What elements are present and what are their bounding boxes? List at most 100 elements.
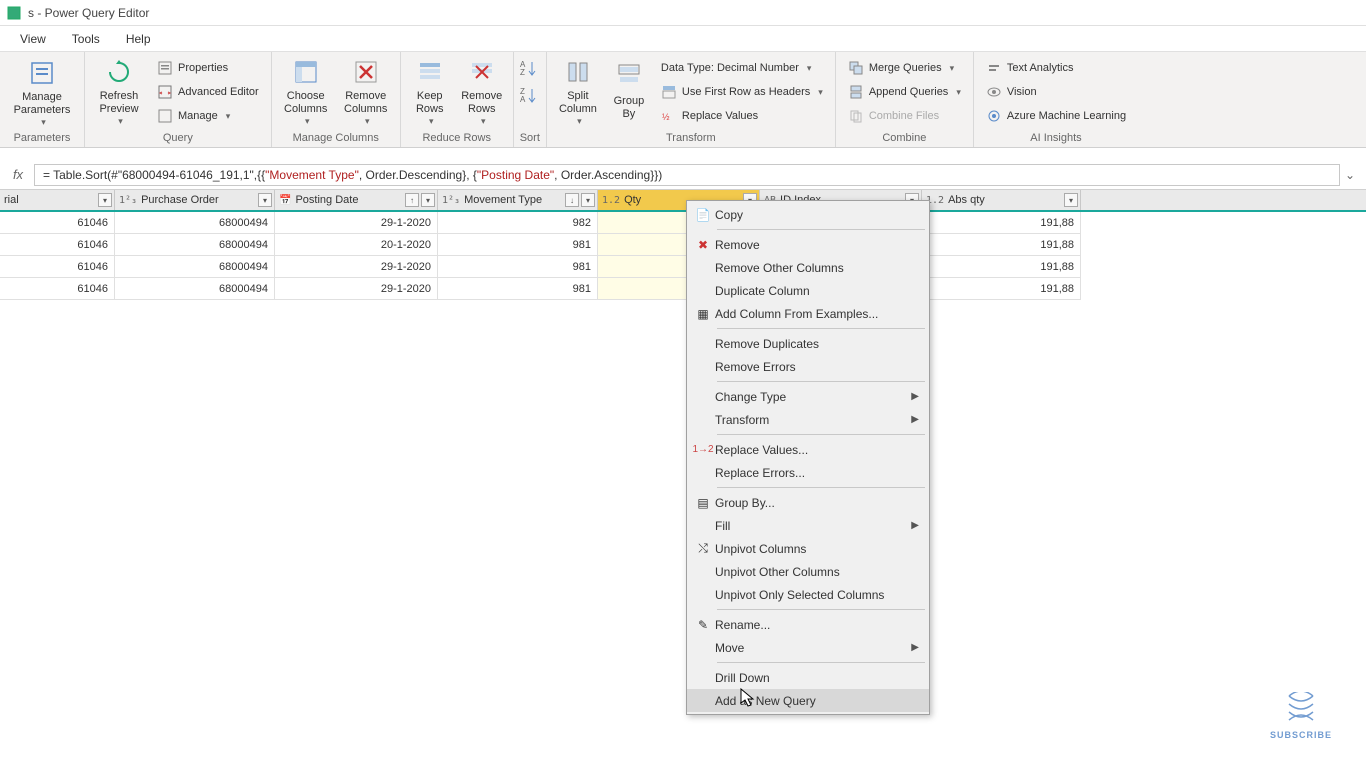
table-row[interactable]: 610466800049429-1-2020982191,88 (0, 212, 1366, 234)
group-label-query: Query (91, 130, 265, 147)
filter-button-date-2[interactable]: ▾ (421, 193, 435, 207)
col-header-purchase-order[interactable]: 1²₃ Purchase Order ▾ (115, 190, 275, 210)
choose-columns-button[interactable]: Choose Columns (278, 55, 334, 127)
group-by-button[interactable]: Group By (607, 55, 651, 127)
cell-date: 20-1-2020 (275, 234, 438, 256)
vision-button[interactable]: Vision (980, 81, 1132, 103)
refresh-label: Refresh Preview (99, 90, 138, 116)
menu-bar: View Tools Help (0, 26, 1366, 52)
cell-material: 61046 (0, 256, 115, 278)
filter-button-date[interactable]: ↑ (405, 193, 419, 207)
ctx-rename[interactable]: ✎Rename... (687, 613, 929, 636)
group-label-transform: Transform (553, 130, 829, 147)
manage-button[interactable]: Manage (151, 105, 265, 127)
window-title: s - Power Query Editor (28, 6, 149, 20)
ctx-duplicate[interactable]: Duplicate Column (687, 279, 929, 302)
formula-input[interactable]: = Table.Sort(#"68000494-61046_191,1",{{ … (34, 164, 1340, 186)
ctx-remove-other[interactable]: Remove Other Columns (687, 256, 929, 279)
properties-icon (157, 60, 173, 76)
table-row[interactable]: 610466800049420-1-2020981191,88 (0, 234, 1366, 256)
ctx-unpivot-selected[interactable]: Unpivot Only Selected Columns (687, 583, 929, 606)
col-header-posting-date[interactable]: 📅 Posting Date ↑ ▾ (275, 190, 438, 210)
table-row[interactable]: 610466800049429-1-2020981191,88 (0, 256, 1366, 278)
ctx-remove[interactable]: ✖Remove (687, 233, 929, 256)
combine-files-button[interactable]: Combine Files (842, 105, 967, 127)
menu-tools[interactable]: Tools (72, 32, 100, 46)
ctx-drill-down[interactable]: Drill Down (687, 666, 929, 689)
ctx-unpivot-other[interactable]: Unpivot Other Columns (687, 560, 929, 583)
remove-columns-button[interactable]: Remove Columns (338, 55, 394, 127)
cell-material: 61046 (0, 234, 115, 256)
ctx-unpivot[interactable]: ⤭Unpivot Columns (687, 537, 929, 560)
azure-ml-button[interactable]: Azure Machine Learning (980, 105, 1132, 127)
replace-values-label: Replace Values (682, 110, 758, 122)
cell-mtype: 981 (438, 256, 598, 278)
filter-button-material[interactable]: ▾ (98, 193, 112, 207)
subscribe-badge[interactable]: SUBSCRIBE (1270, 692, 1332, 740)
cell-abs: 191,88 (922, 256, 1081, 278)
formula-part-1: = Table.Sort(#"68000494-61046_191,1",{{ (43, 168, 265, 182)
cell-po: 68000494 (115, 256, 275, 278)
ctx-move[interactable]: Move▶ (687, 636, 929, 659)
ctx-change-type[interactable]: Change Type▶ (687, 385, 929, 408)
ctx-fill[interactable]: Fill▶ (687, 514, 929, 537)
col-label-qty: Qty (624, 194, 641, 206)
merge-queries-label: Merge Queries (869, 62, 942, 74)
cell-mtype: 981 (438, 234, 598, 256)
ribbon-group-ai: Text Analytics Vision Azure Machine Lear… (974, 52, 1138, 147)
filter-button-mtype[interactable]: ↓ (565, 193, 579, 207)
append-queries-button[interactable]: Append Queries (842, 81, 967, 103)
group-by-icon (613, 59, 645, 91)
ctx-add-new-query[interactable]: Add as New Query (687, 689, 929, 712)
filter-button-mtype-2[interactable]: ▾ (581, 193, 595, 207)
ctx-replace-values[interactable]: 1→2Replace Values... (687, 438, 929, 461)
menu-help[interactable]: Help (126, 32, 151, 46)
refresh-preview-button[interactable]: Refresh Preview (91, 55, 147, 127)
data-type-label: Data Type: Decimal Number (661, 62, 799, 74)
ctx-separator (717, 487, 925, 488)
replace-values-button[interactable]: ½ Replace Values (655, 105, 829, 127)
ctx-transform[interactable]: Transform▶ (687, 408, 929, 431)
ctx-replace-errors[interactable]: Replace Errors... (687, 461, 929, 484)
formula-expand-button[interactable]: ⌄ (1340, 168, 1360, 182)
sort-desc-button[interactable]: ZA (520, 86, 540, 109)
keep-rows-button[interactable]: Keep Rows (407, 55, 453, 127)
table-row[interactable]: 610466800049429-1-2020981191,88 (0, 278, 1366, 300)
cell-abs: 191,88 (922, 212, 1081, 234)
cell-po: 68000494 (115, 234, 275, 256)
ctx-remove-errors[interactable]: Remove Errors (687, 355, 929, 378)
dna-icon (1279, 692, 1323, 728)
filter-button-abs[interactable]: ▾ (1064, 193, 1078, 207)
ctx-remove-duplicates[interactable]: Remove Duplicates (687, 332, 929, 355)
sort-asc-button[interactable]: AZ (520, 59, 540, 82)
first-row-headers-label: Use First Row as Headers (682, 86, 810, 98)
data-type-button[interactable]: Data Type: Decimal Number (655, 57, 829, 79)
replace-values-icon: ½ (661, 108, 677, 124)
filter-button-po[interactable]: ▾ (258, 193, 272, 207)
group-by-icon: ▤ (691, 496, 715, 510)
col-header-material[interactable]: rial ▾ (0, 190, 115, 210)
data-grid: rial ▾ 1²₃ Purchase Order ▾ 📅 Posting Da… (0, 190, 1366, 300)
properties-label: Properties (178, 62, 228, 74)
col-header-abs-qty[interactable]: 1.2 Abs qty ▾ (922, 190, 1081, 210)
advanced-editor-button[interactable]: Advanced Editor (151, 81, 265, 103)
menu-view[interactable]: View (20, 32, 46, 46)
col-label-mtype: Movement Type (464, 194, 542, 206)
ctx-copy[interactable]: 📄Copy (687, 203, 929, 226)
ctx-group-by[interactable]: ▤Group By... (687, 491, 929, 514)
ribbon-group-combine: Merge Queries Append Queries Combine Fil… (836, 52, 974, 147)
properties-button[interactable]: Properties (151, 57, 265, 79)
ctx-add-from-examples[interactable]: ▦Add Column From Examples... (687, 302, 929, 325)
split-column-button[interactable]: Split Column (553, 55, 603, 127)
col-header-movement-type[interactable]: 1²₃ Movement Type ↓ ▾ (438, 190, 598, 210)
merge-queries-button[interactable]: Merge Queries (842, 57, 967, 79)
svg-text:A: A (520, 95, 526, 104)
svg-text:Z: Z (520, 68, 525, 77)
manage-parameters-button[interactable]: Manage Parameters (6, 55, 78, 127)
remove-rows-button[interactable]: Remove Rows (457, 55, 507, 127)
first-row-headers-button[interactable]: Use First Row as Headers (655, 81, 829, 103)
text-analytics-button[interactable]: Text Analytics (980, 57, 1132, 79)
azure-ml-icon (986, 108, 1002, 124)
col-label-po: Purchase Order (141, 194, 219, 206)
col-label-date: Posting Date (295, 194, 358, 206)
